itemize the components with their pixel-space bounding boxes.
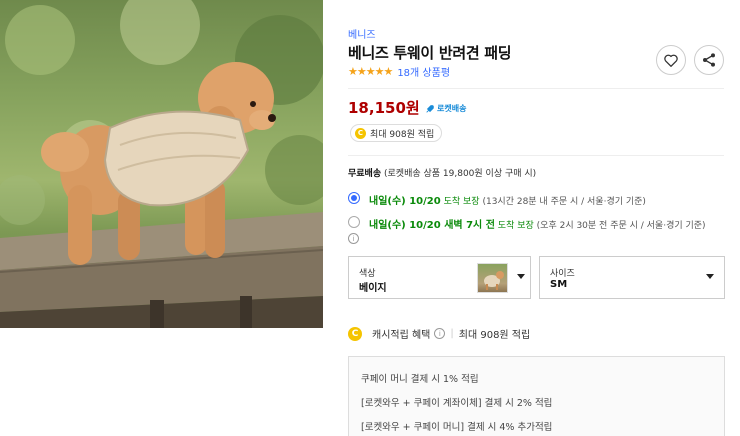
free-shipping-condition: (로켓배송 상품 19,800원 이상 구매 시) bbox=[384, 169, 537, 179]
benefit-line: [로켓와우 + 쿠페이 머니] 결제 시 4% 추가적립 bbox=[361, 422, 553, 433]
share-icon bbox=[703, 53, 715, 67]
delivery-option-2[interactable]: 내일(수) 10/20 새벽 7시 전 도착 보장 (오후 2시 30분 전 주… bbox=[369, 216, 706, 231]
shipping-info: 무료배송 (로켓배송 상품 19,800원 이상 구매 시) bbox=[348, 166, 536, 179]
cash-reward-text: 최대 908원 적립 bbox=[370, 129, 435, 140]
delivery-option-radio-2[interactable] bbox=[348, 216, 360, 228]
delivery-guarantee: 도착 보장 bbox=[497, 221, 534, 231]
size-select[interactable]: 사이즈 SM bbox=[539, 256, 725, 299]
divider bbox=[348, 155, 724, 156]
color-swatch-thumbnail bbox=[477, 263, 508, 293]
sale-price: 18,150원 bbox=[348, 99, 420, 117]
brand-link[interactable]: 베니즈 bbox=[348, 26, 376, 41]
caret-down-icon bbox=[517, 274, 525, 279]
cash-reward-pill: C 최대 908원 적립 bbox=[350, 124, 443, 142]
color-select-value: 베이지 bbox=[359, 283, 387, 294]
rocket-delivery-label: 로켓배송 bbox=[437, 104, 467, 113]
cashback-row: C 캐시적립 혜택 i | 최대 908원 적립 bbox=[348, 326, 530, 341]
divider bbox=[348, 88, 724, 89]
delivery-date: 내일(수) 10/20 bbox=[369, 196, 441, 207]
cashback-label: 캐시적립 혜택 bbox=[372, 330, 431, 341]
cashback-benefit-box: 쿠페이 머니 결제 시 1% 적립 [로켓와우 + 쿠페이 계좌이체] 결제 시… bbox=[348, 356, 725, 436]
rocket-delivery-badge: 로켓배송 bbox=[425, 103, 466, 114]
size-select-label: 사이즈 bbox=[550, 269, 575, 279]
wishlist-button[interactable] bbox=[656, 45, 686, 75]
benefit-line: 쿠페이 머니 결제 시 1% 적립 bbox=[361, 374, 479, 385]
size-select-value: SM bbox=[550, 279, 568, 290]
separator: | bbox=[450, 328, 454, 339]
delivery-condition: (오후 2시 30분 전 주문 시 / 서울·경기 기준) bbox=[536, 221, 706, 231]
info-icon[interactable]: i bbox=[348, 233, 359, 244]
benefit-line: [로켓와우 + 쿠페이 계좌이체] 결제 시 2% 적립 bbox=[361, 398, 553, 409]
delivery-condition: (13시간 28분 내 주문 시 / 서울·경기 기준) bbox=[482, 197, 646, 207]
product-image[interactable] bbox=[0, 0, 323, 328]
review-count-link[interactable]: 18개 상품평 bbox=[397, 64, 450, 79]
product-photo-art bbox=[0, 0, 323, 328]
rating-row[interactable]: ★★★★★ 18개 상품평 bbox=[348, 64, 450, 79]
coin-icon: C bbox=[355, 127, 366, 139]
coin-icon: C bbox=[348, 326, 362, 341]
free-shipping-label: 무료배송 bbox=[348, 169, 382, 179]
heart-icon bbox=[664, 54, 678, 67]
color-select[interactable]: 색상 베이지 bbox=[348, 256, 531, 299]
rating-stars: ★★★★★ bbox=[348, 65, 393, 78]
product-title: 베니즈 투웨이 반려견 패딩 bbox=[348, 44, 512, 62]
share-button[interactable] bbox=[694, 45, 724, 75]
rocket-icon bbox=[426, 104, 434, 113]
delivery-option-radio-1[interactable] bbox=[348, 192, 360, 204]
delivery-guarantee: 도착 보장 bbox=[443, 197, 480, 207]
delivery-option-1[interactable]: 내일(수) 10/20 도착 보장 (13시간 28분 내 주문 시 / 서울·… bbox=[369, 192, 646, 207]
color-select-label: 색상 bbox=[359, 269, 376, 279]
delivery-date: 내일(수) 10/20 새벽 7시 전 bbox=[369, 220, 495, 231]
cashback-max: 최대 908원 적립 bbox=[458, 330, 531, 341]
caret-down-icon bbox=[706, 274, 714, 279]
info-icon[interactable]: i bbox=[434, 328, 446, 339]
